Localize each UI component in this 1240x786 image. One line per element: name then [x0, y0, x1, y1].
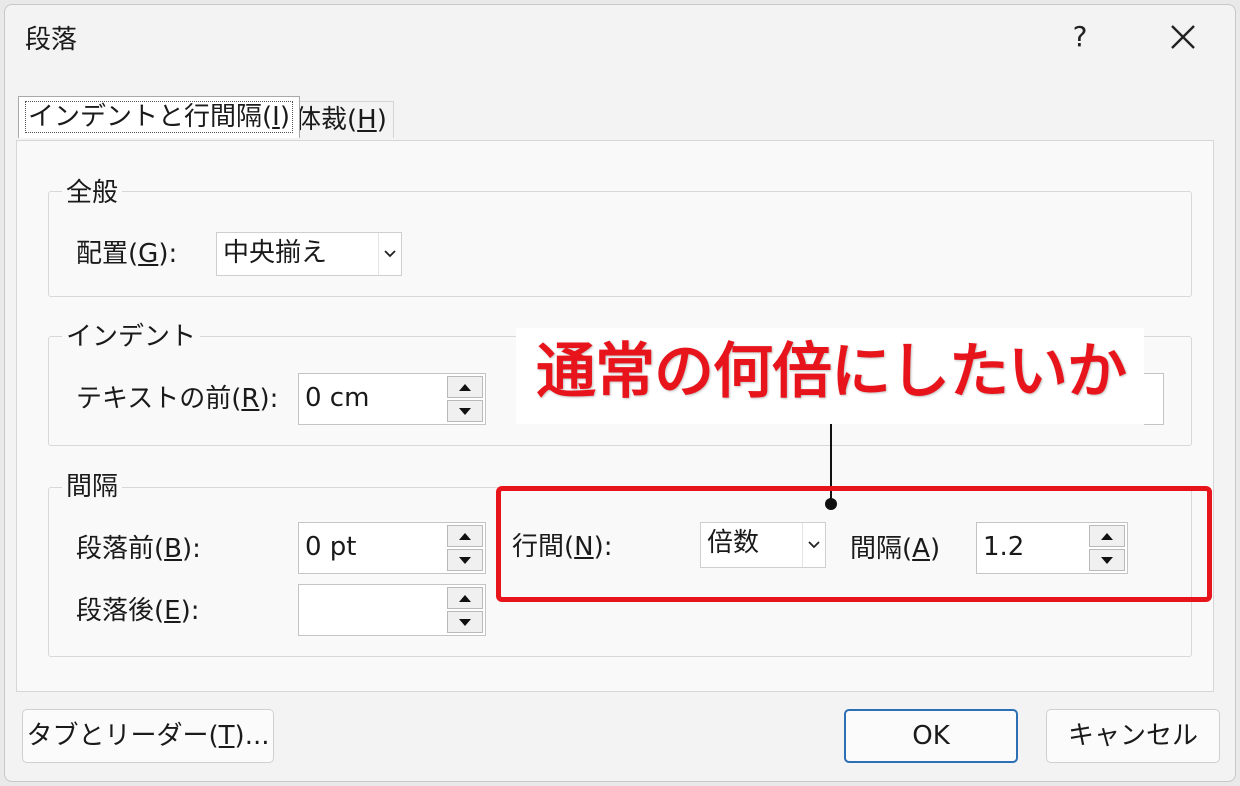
- tab-label-text: ): [376, 105, 387, 135]
- chevron-down-icon[interactable]: [378, 233, 401, 275]
- hidden-spinner-edge[interactable]: [1144, 373, 1164, 425]
- tab-label-text: ): [279, 102, 290, 132]
- button-mnemonic: T: [218, 721, 235, 751]
- label-mnemonic: G: [138, 239, 159, 269]
- label-text: ):: [259, 384, 279, 414]
- label-text: ):: [158, 239, 178, 269]
- label-text: テキストの前(: [76, 384, 242, 414]
- spinner-buttons: [445, 374, 485, 424]
- spin-up-icon[interactable]: [447, 376, 483, 398]
- label-text: 段落前(: [76, 534, 165, 564]
- spin-down-icon[interactable]: [447, 549, 483, 571]
- close-button[interactable]: [1159, 15, 1207, 59]
- tabs-and-leaders-button[interactable]: タブとリーダー(T)...: [22, 709, 274, 763]
- space-before-value: 0 pt: [305, 532, 357, 562]
- tab-typography[interactable]: 体裁(H): [288, 101, 394, 138]
- alignment-label: 配置(G):: [76, 237, 177, 271]
- annotation-text: 通常の何倍にしたいか: [536, 337, 1127, 407]
- space-before-spinner[interactable]: 0 pt: [298, 522, 486, 574]
- spacing-group-label: 間隔: [62, 472, 123, 502]
- alignment-select[interactable]: 中央揃え: [216, 232, 402, 276]
- before-text-label: テキストの前(R):: [76, 382, 278, 416]
- label-text: ):: [182, 534, 201, 564]
- alignment-value: 中央揃え: [223, 238, 328, 268]
- spin-up-icon[interactable]: [447, 525, 483, 547]
- tab-indent-and-spacing[interactable]: インデントと行間隔(I): [18, 96, 300, 138]
- tab-mnemonic: I: [272, 102, 280, 132]
- label-text: 段落後(: [76, 596, 165, 626]
- before-text-value: 0 cm: [305, 383, 370, 413]
- button-text: )...: [234, 721, 270, 751]
- tab-label-text: インデントと行間隔(: [28, 102, 273, 132]
- ok-button[interactable]: OK: [844, 709, 1018, 763]
- general-group-label: 全般: [62, 178, 123, 208]
- label-mnemonic: E: [164, 596, 181, 626]
- tab-mnemonic: H: [357, 105, 377, 135]
- space-after-label: 段落後(E):: [76, 594, 200, 628]
- label-text: 配置(: [76, 239, 139, 269]
- tab-label-text: 体裁(: [295, 105, 358, 135]
- close-icon: [1171, 25, 1195, 49]
- cancel-button[interactable]: キャンセル: [1046, 709, 1220, 763]
- title-bar: 段落 ?: [5, 5, 1235, 71]
- annotation-highlight-box: [496, 486, 1212, 602]
- button-text: タブとリーダー(: [26, 721, 219, 751]
- spinner-buttons: [445, 585, 485, 635]
- dialog-title: 段落: [25, 25, 78, 55]
- spin-down-icon[interactable]: [447, 400, 483, 422]
- space-before-label: 段落前(B):: [76, 532, 201, 566]
- spin-up-icon[interactable]: [447, 587, 483, 609]
- label-text: ):: [180, 596, 200, 626]
- indent-group-label: インデント: [62, 322, 201, 352]
- annotation-callout: 通常の何倍にしたいか: [516, 328, 1144, 424]
- before-text-spinner[interactable]: 0 cm: [298, 373, 486, 425]
- tab-label: インデントと行間隔(I): [25, 101, 293, 133]
- label-mnemonic: R: [241, 384, 260, 414]
- spin-down-icon[interactable]: [447, 611, 483, 633]
- space-after-spinner[interactable]: [298, 584, 486, 636]
- help-button[interactable]: ?: [1060, 15, 1100, 59]
- spinner-buttons: [445, 523, 485, 573]
- label-mnemonic: B: [164, 534, 182, 564]
